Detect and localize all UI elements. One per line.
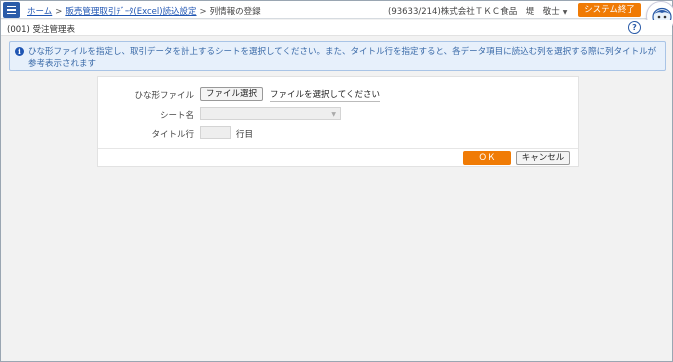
notice-text: ひな形ファイルを指定し、取引データを計上するシートを選択してください。また、タイ…	[28, 47, 657, 69]
user-menu[interactable]: (93633/214)株式会社ＴＫＣ食品 堤 敬士 ▼	[388, 5, 567, 17]
page-title: (001) 受注管理表	[7, 25, 76, 35]
sheet-name-label: シート名	[159, 111, 194, 121]
title-row-label: タイトル行	[151, 130, 194, 140]
help-icon[interactable]: ?	[628, 21, 641, 34]
user-info: (93633/214)株式会社ＴＫＣ食品 堤 敬士	[388, 7, 560, 17]
cancel-button[interactable]: キャンセル	[516, 151, 570, 165]
info-notice: i ひな形ファイルを指定し、取引データを計上するシートを選択してください。また、…	[9, 41, 666, 71]
system-exit-button[interactable]: システム終了	[578, 3, 641, 17]
breadcrumb: ホーム > 販売管理取引ﾃﾞｰﾀ(Excel)読込設定 > 列情報の登録	[27, 5, 261, 17]
form-panel: ひな形ファイル ファイル選択 ファイルを選択してください シート名 ▼ タイトル…	[97, 76, 579, 167]
template-file-label: ひな形ファイル	[134, 91, 194, 101]
caret-down-icon: ▼	[562, 9, 568, 16]
ok-button[interactable]: ＯＫ	[463, 151, 511, 165]
breadcrumb-separator: >	[199, 7, 207, 17]
breadcrumb-separator: >	[55, 7, 63, 17]
hamburger-menu-icon[interactable]	[3, 2, 20, 18]
divider	[98, 148, 578, 149]
file-status-text: ファイルを選択してください	[270, 90, 380, 102]
page-header: (001) 受注管理表 ?	[1, 20, 672, 36]
app-window: ホーム > 販売管理取引ﾃﾞｰﾀ(Excel)読込設定 > 列情報の登録 (93633/…	[0, 0, 673, 362]
chevron-down-icon: ▼	[331, 111, 336, 118]
file-select-button[interactable]: ファイル選択	[200, 87, 263, 101]
breadcrumb-current: 列情報の登録	[209, 7, 261, 17]
sheet-name-select[interactable]: ▼	[200, 107, 341, 120]
breadcrumb-home-link[interactable]: ホーム	[27, 7, 52, 17]
breadcrumb-settings-link[interactable]: 販売管理取引ﾃﾞｰﾀ(Excel)読込設定	[65, 7, 196, 17]
title-row-input[interactable]	[200, 126, 231, 139]
title-row-suffix: 行目	[236, 130, 254, 140]
info-icon: i	[15, 47, 24, 56]
top-bar: ホーム > 販売管理取引ﾃﾞｰﾀ(Excel)読込設定 > 列情報の登録 (93633/…	[1, 1, 672, 19]
